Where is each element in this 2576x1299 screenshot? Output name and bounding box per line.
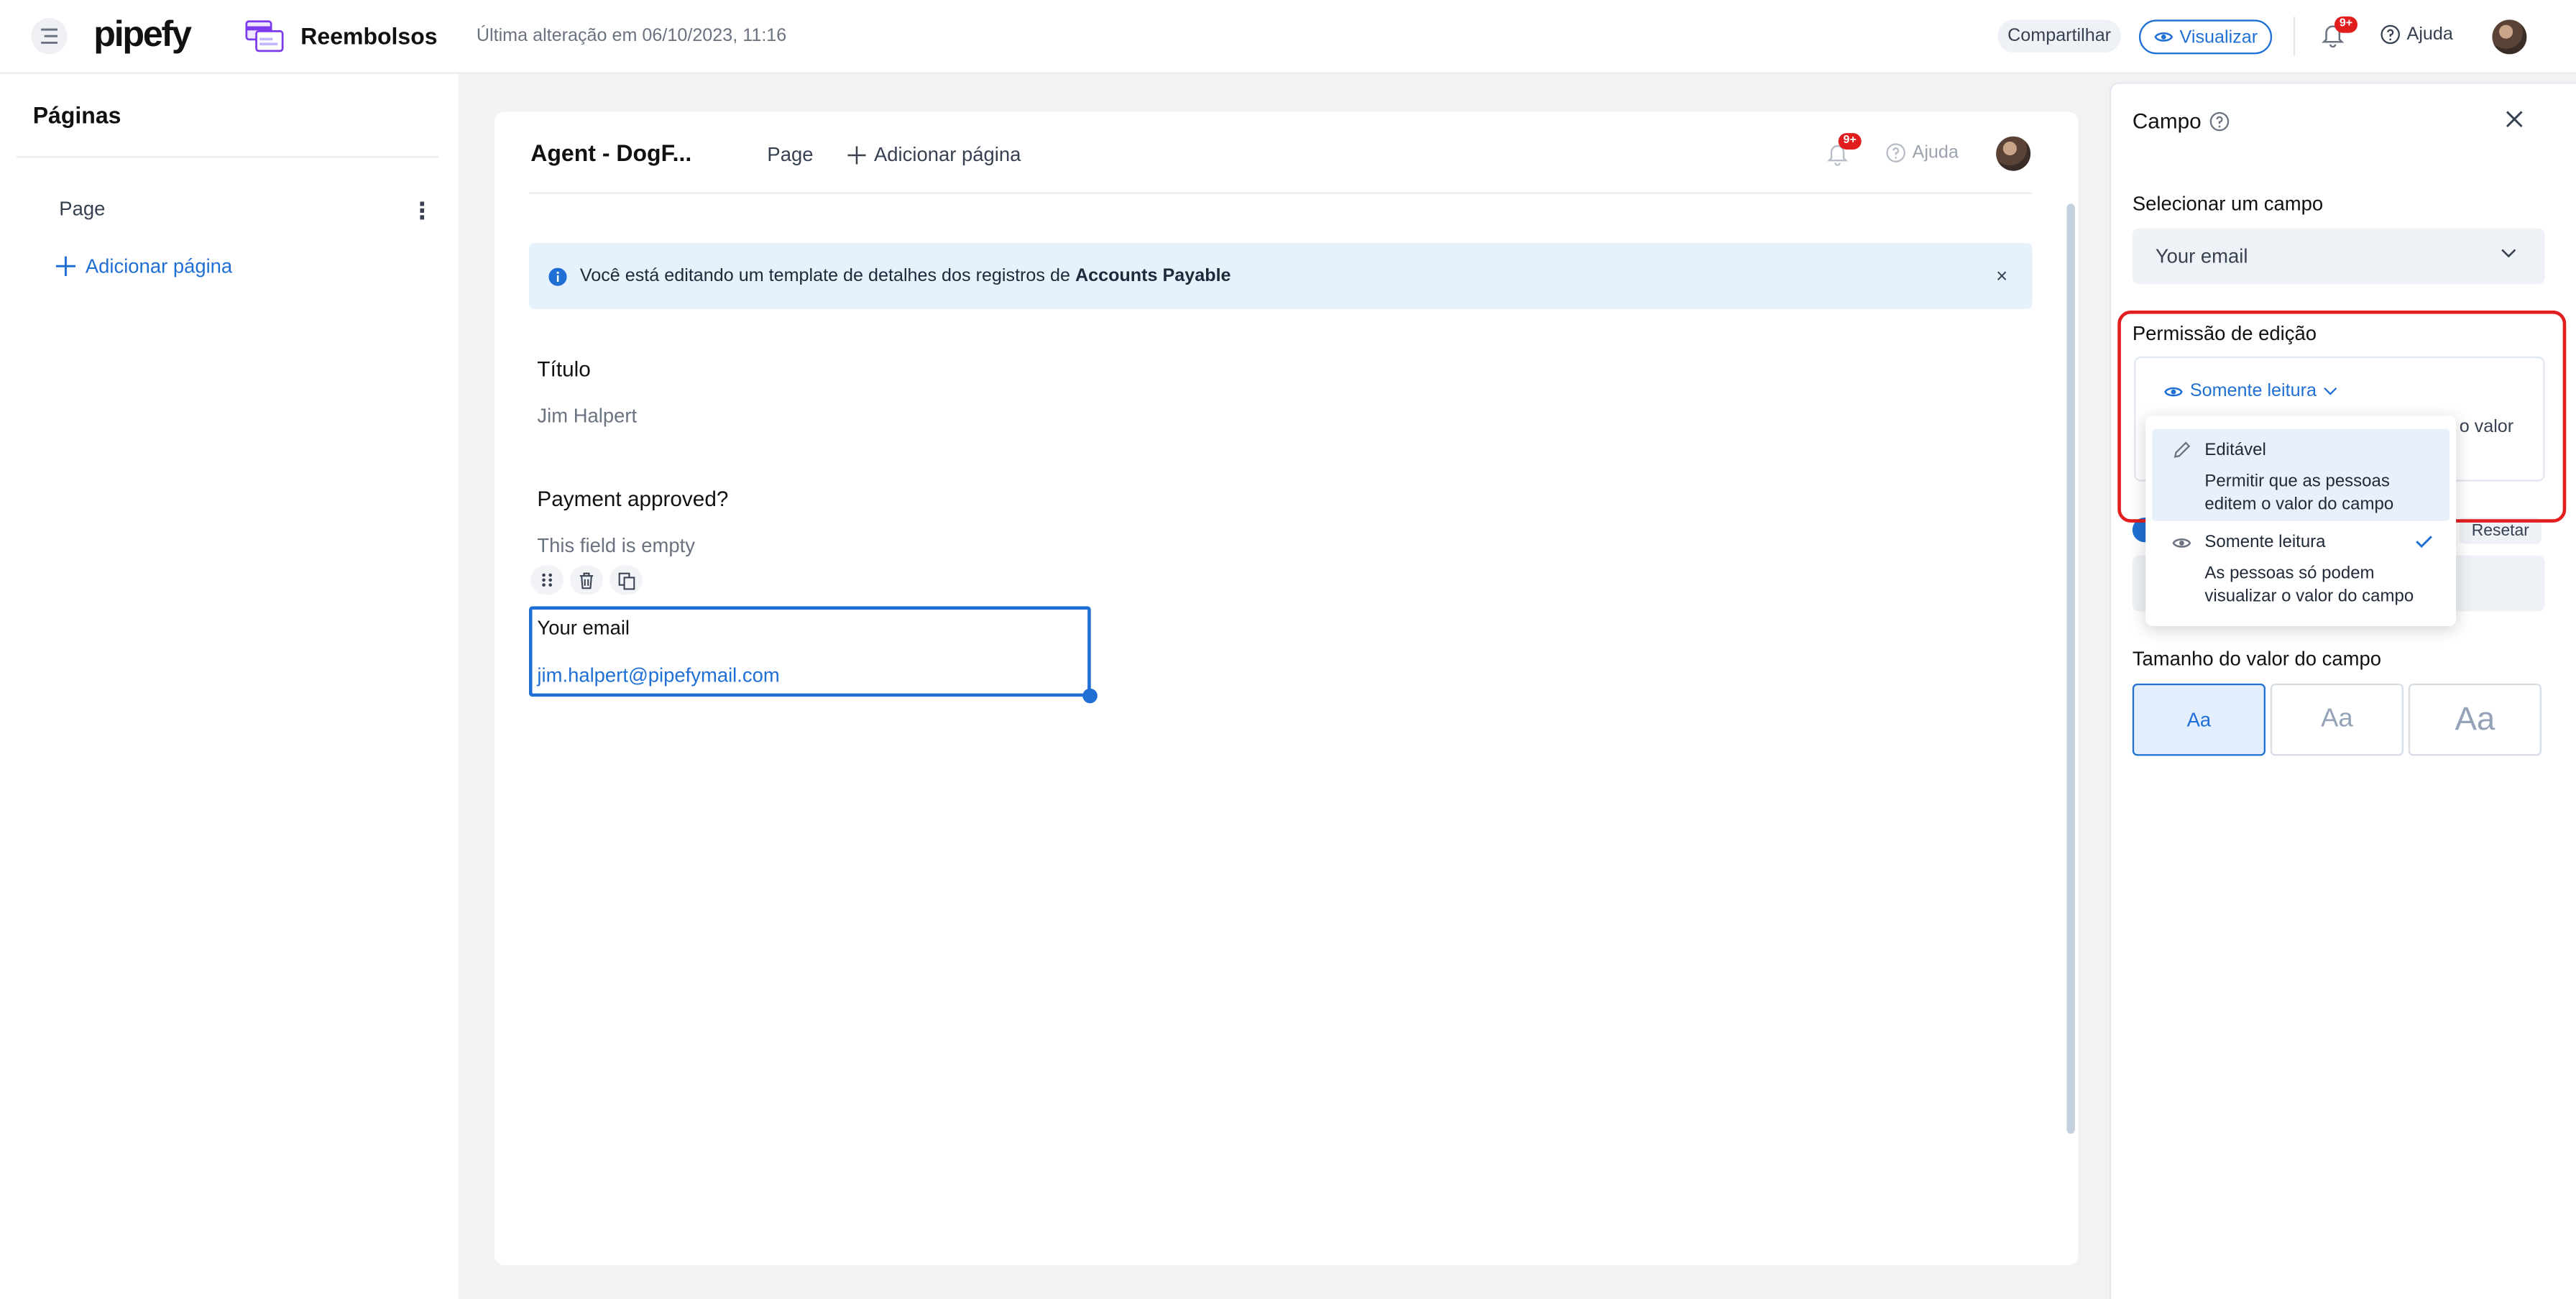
card-help: Ajuda: [1886, 143, 1959, 162]
size-medium-button[interactable]: Aa: [2270, 683, 2404, 756]
info-banner: Você está editando um template de detalh…: [528, 243, 2033, 309]
close-icon: [2506, 111, 2523, 128]
menu-button[interactable]: [31, 18, 68, 55]
field-select[interactable]: Your email: [2132, 228, 2545, 285]
sidebar-divider: [16, 156, 439, 158]
info-close-button[interactable]: ×: [1996, 265, 2007, 288]
size-options: Aa Aa Aa: [2132, 683, 2542, 756]
help-button[interactable]: Ajuda: [2380, 24, 2453, 45]
chevron-down-icon[interactable]: [2501, 248, 2517, 258]
card-avatar: [1996, 136, 2031, 171]
help-label: Ajuda: [2406, 24, 2453, 45]
info-icon: [548, 267, 567, 285]
view-button[interactable]: Visualizar: [2138, 19, 2273, 55]
field-label: Título: [537, 356, 591, 382]
view-button-label: Visualizar: [2179, 27, 2258, 47]
selected-field-value[interactable]: jim.halpert@pipefymail.com: [537, 664, 779, 687]
size-large-button[interactable]: Aa: [2408, 683, 2542, 756]
topbar-divider: [2293, 16, 2296, 56]
plus-icon: [55, 256, 76, 276]
scrollbar[interactable]: [2066, 203, 2075, 1134]
panel-title-text: Campo: [2132, 108, 2202, 134]
card-notification-badge: 9+: [1838, 133, 1862, 150]
resize-handle[interactable]: [1082, 688, 1098, 704]
tab-page[interactable]: Page: [767, 143, 813, 166]
card-title: Agent - DogF...: [530, 139, 692, 166]
field-value[interactable]: This field is empty: [537, 534, 694, 557]
card-help-label: Ajuda: [1912, 142, 1959, 163]
eye-icon: [2172, 536, 2191, 551]
field-toolbar: [530, 565, 643, 595]
sidebar-add-page-button[interactable]: Adicionar página: [55, 254, 233, 278]
duplicate-icon[interactable]: [609, 565, 643, 595]
sidebar-title: Páginas: [32, 101, 121, 129]
plus-icon: [847, 145, 866, 164]
help-icon: [1886, 143, 1905, 162]
option-editable-desc: Permitir que as pessoas editem o valor d…: [2204, 471, 2394, 515]
info-entity: Accounts Payable: [1075, 266, 1231, 286]
check-icon: [2415, 534, 2433, 549]
app-icon: [245, 19, 285, 52]
option-readonly-title: Somente leitura: [2204, 532, 2326, 552]
card-add-page-button[interactable]: Adicionar página: [847, 143, 1021, 166]
trash-icon[interactable]: [570, 565, 603, 595]
sidebar-add-page-label: Adicionar página: [85, 254, 233, 278]
app-root: pipefy Reembolsos Última alteração em 06…: [0, 0, 2576, 1299]
drag-handle-icon[interactable]: [530, 565, 564, 595]
size-label: Tamanho do valor do campo: [2132, 647, 2381, 671]
close-panel-button[interactable]: [2503, 109, 2525, 130]
pencil-icon: [2172, 441, 2191, 460]
card-add-page-label: Adicionar página: [873, 142, 1021, 166]
app-name[interactable]: Reembolsos: [300, 23, 437, 50]
info-text: Você está editando um template de detalh…: [579, 266, 1070, 286]
size-small-button[interactable]: Aa: [2132, 683, 2266, 756]
pipefy-logo: pipefy: [93, 13, 192, 55]
card-divider: [528, 192, 2033, 194]
eye-icon: [2153, 32, 2173, 42]
option-editable-title: Editável: [2204, 440, 2266, 460]
user-avatar[interactable]: [2492, 19, 2527, 55]
notification-badge: 9+: [2334, 16, 2358, 33]
field-label: Payment approved?: [537, 486, 729, 511]
field-value[interactable]: Jim Halpert: [537, 404, 637, 427]
sidebar-item-page[interactable]: Page: [59, 197, 105, 220]
kebab-menu-icon[interactable]: ⋮: [410, 197, 433, 225]
last-change-text: Última alteração em 06/10/2023, 11:16: [476, 26, 787, 46]
help-icon[interactable]: [2209, 111, 2230, 131]
menu-icon: [41, 28, 58, 44]
panel-title: Campo: [2133, 109, 2230, 133]
select-field-label: Selecionar um campo: [2132, 192, 2324, 216]
option-readonly-desc: As pessoas só podem visualizar o valor d…: [2204, 563, 2414, 607]
selected-field-label: Your email: [537, 616, 630, 640]
share-button[interactable]: Compartilhar: [1997, 19, 2121, 53]
help-icon: [2380, 24, 2400, 45]
